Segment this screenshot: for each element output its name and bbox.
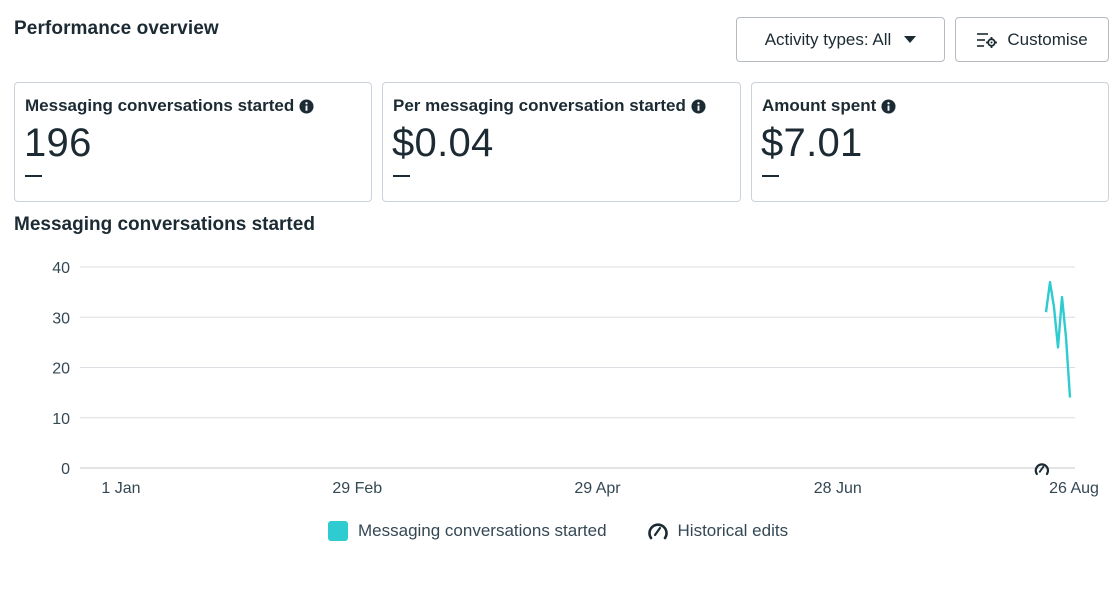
customise-icon	[977, 32, 998, 48]
legend-label: Messaging conversations started	[358, 521, 607, 540]
historical-edits-icon	[647, 523, 668, 540]
x-tick-label: 1 Jan	[101, 480, 140, 497]
customise-button[interactable]: Customise	[955, 17, 1109, 62]
metric-card-cost-per-conversation: Per messaging conversation started $0.04	[382, 82, 741, 202]
x-tick-label: 26 Aug	[1049, 480, 1099, 497]
metric-card-conversations: Messaging conversations started 196	[14, 82, 372, 202]
activity-types-label: Activity types: All	[764, 29, 892, 49]
caret-down-icon	[904, 36, 917, 43]
y-tick-label: 0	[61, 461, 70, 478]
metric-delta-dash	[762, 175, 779, 177]
x-tick-label: 28 Jun	[814, 480, 862, 497]
metric-value: $0.04	[392, 121, 494, 165]
metric-label: Per messaging conversation started	[393, 96, 686, 115]
x-tick-label: 29 Feb	[332, 480, 382, 497]
historical-edit-marker[interactable]	[1034, 463, 1050, 476]
metric-value: $7.01	[761, 121, 863, 165]
activity-types-dropdown[interactable]: Activity types: All	[736, 17, 945, 62]
legend-label: Historical edits	[677, 521, 789, 540]
info-icon[interactable]	[881, 98, 896, 114]
y-tick-label: 20	[52, 361, 70, 378]
info-icon[interactable]	[691, 98, 706, 114]
series-line	[1044, 280, 1072, 398]
customise-label: Customise	[1007, 29, 1088, 49]
metric-label-row: Per messaging conversation started	[393, 96, 706, 116]
metric-delta-dash	[25, 175, 42, 177]
metric-label-row: Amount spent	[762, 96, 896, 116]
y-tick-label: 40	[52, 260, 70, 277]
metric-label: Messaging conversations started	[25, 96, 295, 115]
chart-legend: Messaging conversations started Historic…	[328, 520, 788, 542]
metric-label-row: Messaging conversations started	[25, 96, 314, 116]
y-tick-label: 30	[52, 310, 70, 327]
legend-item-conversations[interactable]: Messaging conversations started	[328, 521, 607, 541]
y-tick-label: 10	[52, 411, 70, 428]
info-icon[interactable]	[299, 98, 314, 114]
metric-card-amount-spent: Amount spent $7.01	[751, 82, 1109, 202]
page-title: Performance overview	[14, 18, 219, 39]
chart-title: Messaging conversations started	[14, 214, 315, 235]
metric-value: 196	[24, 121, 92, 165]
metric-delta-dash	[393, 175, 410, 177]
metric-label: Amount spent	[762, 96, 877, 115]
x-tick-label: 29 Apr	[574, 480, 621, 497]
legend-swatch	[328, 521, 348, 541]
performance-overview-page: Performance overview Activity types: All…	[0, 0, 1118, 602]
legend-item-historical-edits[interactable]: Historical edits	[647, 520, 789, 542]
